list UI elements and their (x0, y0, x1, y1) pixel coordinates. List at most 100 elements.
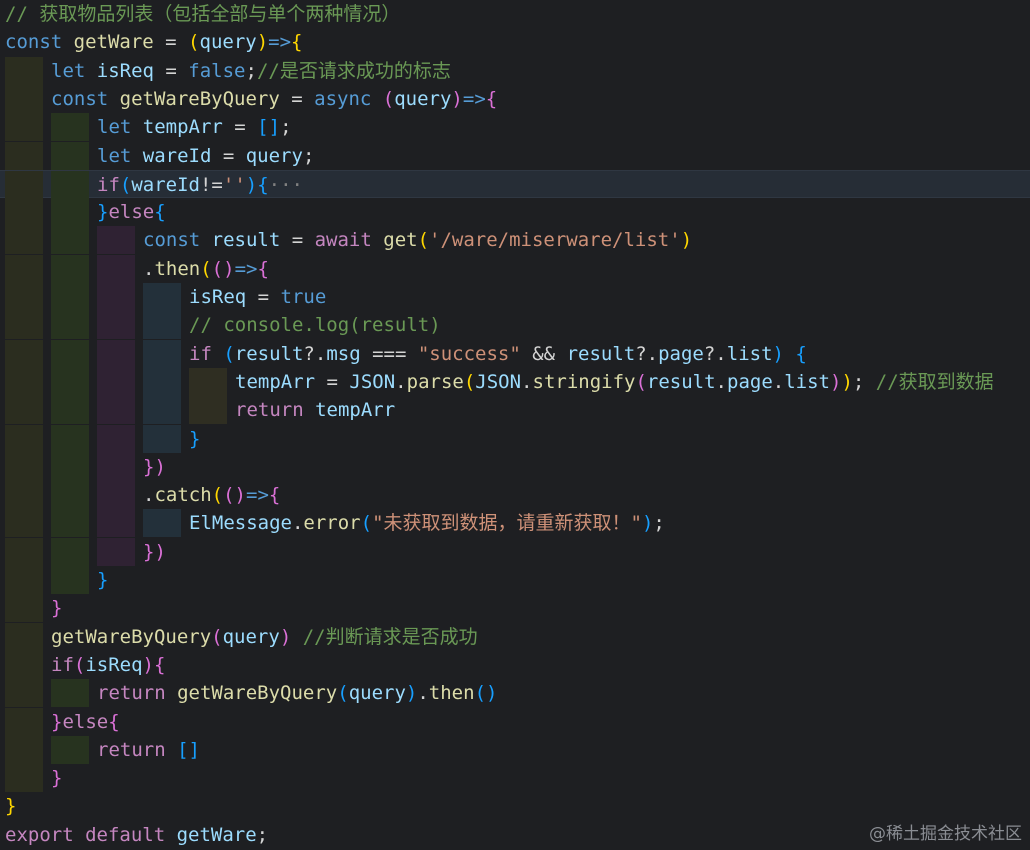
code-line[interactable]: return getWareByQuery(query).then() (0, 679, 1030, 708)
code-line[interactable]: let tempArr = []; (0, 113, 1030, 142)
code-token: { (783, 342, 807, 365)
code-line[interactable]: } (0, 424, 1030, 453)
code-line[interactable]: // 获取物品列表（包括全部与单个两种情况） (0, 0, 1030, 28)
code-token: msg (326, 342, 361, 365)
indent-guide (97, 254, 135, 283)
code-text: .then(()=>{ (143, 255, 269, 283)
code-token: default (85, 823, 177, 846)
fold-ellipsis-icon[interactable]: ··· (269, 174, 303, 196)
code-token: getWareByQuery (119, 87, 280, 110)
code-token: => (234, 257, 258, 280)
indent-guide (5, 311, 43, 340)
code-token: } (51, 710, 63, 733)
code-line[interactable]: ElMessage.error("未获取到数据，请重新获取！"); (0, 509, 1030, 538)
code-token: = (279, 87, 315, 110)
code-line[interactable]: } (0, 792, 1030, 820)
indent-guide (5, 141, 43, 170)
indent-guide (51, 311, 89, 340)
indent-guide (51, 396, 89, 425)
code-token: . (417, 682, 429, 705)
code-token: then (428, 682, 475, 705)
code-token: { (485, 87, 498, 110)
code-line[interactable]: }) (0, 537, 1030, 566)
code-line[interactable]: } (0, 764, 1030, 793)
code-token: if (189, 342, 224, 365)
code-token: getWare (73, 31, 154, 54)
code-token: ( (360, 512, 373, 535)
indent-guide (51, 367, 89, 396)
code-token: result (211, 229, 281, 252)
code-token: ?. (635, 342, 659, 365)
code-token: => (246, 484, 269, 507)
code-line[interactable]: // console.log(result) (0, 311, 1030, 340)
code-line[interactable]: return [] (0, 735, 1030, 764)
code-token: ) (256, 31, 269, 54)
code-text: const getWareByQuery = async (query)=>{ (51, 85, 497, 113)
code-token: . (291, 512, 304, 535)
code-token: result (566, 342, 636, 365)
code-text: tempArr = JSON.parse(JSON.stringify(resu… (235, 368, 994, 396)
code-line[interactable]: const result = await get('/ware/miserwar… (0, 226, 1030, 255)
code-token: page (658, 342, 704, 365)
code-line[interactable]: }else{ (0, 707, 1030, 736)
code-token: = (280, 229, 315, 252)
code-line[interactable]: let wareId = query; (0, 141, 1030, 170)
code-token: = (211, 144, 246, 167)
code-line[interactable]: return tempArr (0, 396, 1030, 425)
code-token: [] (177, 738, 200, 761)
code-line[interactable]: isReq = true (0, 283, 1030, 311)
code-text: isReq = true (189, 283, 326, 311)
code-token: tempArr (235, 370, 316, 393)
code-line[interactable]: let isReq = false;//是否请求成功的标志 (0, 56, 1030, 85)
code-token: tempArr (315, 399, 396, 422)
code-token: let (51, 59, 97, 82)
code-line[interactable]: }) (0, 452, 1030, 481)
indent-guide (5, 594, 43, 623)
code-token: ( (73, 653, 86, 676)
code-token: ( (463, 370, 476, 393)
indent-guide (5, 509, 43, 538)
indent-guide (5, 452, 43, 481)
code-line[interactable]: tempArr = JSON.parse(JSON.stringify(resu… (0, 367, 1030, 396)
code-token: '' (222, 173, 246, 196)
code-token: ( (635, 370, 647, 393)
code-editor[interactable]: // 获取物品列表（包括全部与单个两种情况） const getWare = (q… (0, 0, 1030, 850)
code-line[interactable]: const getWareByQuery = async (query)=>{ (0, 84, 1030, 113)
code-token: ; (302, 144, 315, 167)
code-token: } (5, 795, 17, 818)
code-line[interactable]: if(wareId!=''){··· (0, 169, 1030, 199)
code-token: const (5, 31, 74, 54)
code-line[interactable]: } (0, 566, 1030, 594)
code-line[interactable]: if(isReq){ (0, 650, 1030, 679)
code-line[interactable]: getWareByQuery(query) //判断请求是否成功 (0, 622, 1030, 651)
indent-guide (5, 679, 43, 708)
code-line[interactable]: .then(()=>{ (0, 254, 1030, 283)
code-token: . (143, 484, 155, 507)
code-token: { (154, 653, 166, 676)
code-line[interactable]: if (result?.msg === "success" && result?… (0, 339, 1030, 368)
code-token: false (188, 59, 246, 82)
indent-guide (5, 622, 43, 651)
code-token: query (245, 144, 303, 167)
code-line[interactable]: }else{ (0, 198, 1030, 227)
code-token: //是否请求成功的标志 (256, 59, 451, 82)
indent-guide (5, 56, 43, 85)
code-token: ) (841, 370, 853, 393)
code-token: = (315, 370, 350, 393)
code-line[interactable]: .catch(()=>{ (0, 481, 1030, 510)
watermark: @稀土掘金技术社区 (869, 824, 1022, 844)
code-token: query (394, 87, 452, 110)
indent-guide (51, 735, 89, 764)
code-text: let isReq = false;//是否请求成功的标志 (51, 57, 451, 85)
indent-guide (5, 84, 43, 113)
code-token: ) (279, 625, 292, 648)
code-token: list (784, 370, 830, 393)
indent-guide (5, 707, 43, 736)
code-token: catch (154, 484, 212, 507)
code-text: }else{ (51, 708, 120, 736)
code-line[interactable]: } (0, 594, 1030, 623)
code-text: return [] (97, 736, 200, 764)
indent-guide (97, 396, 135, 425)
code-line[interactable]: const getWare = (query)=>{ (0, 28, 1030, 56)
indent-guide (5, 537, 43, 566)
